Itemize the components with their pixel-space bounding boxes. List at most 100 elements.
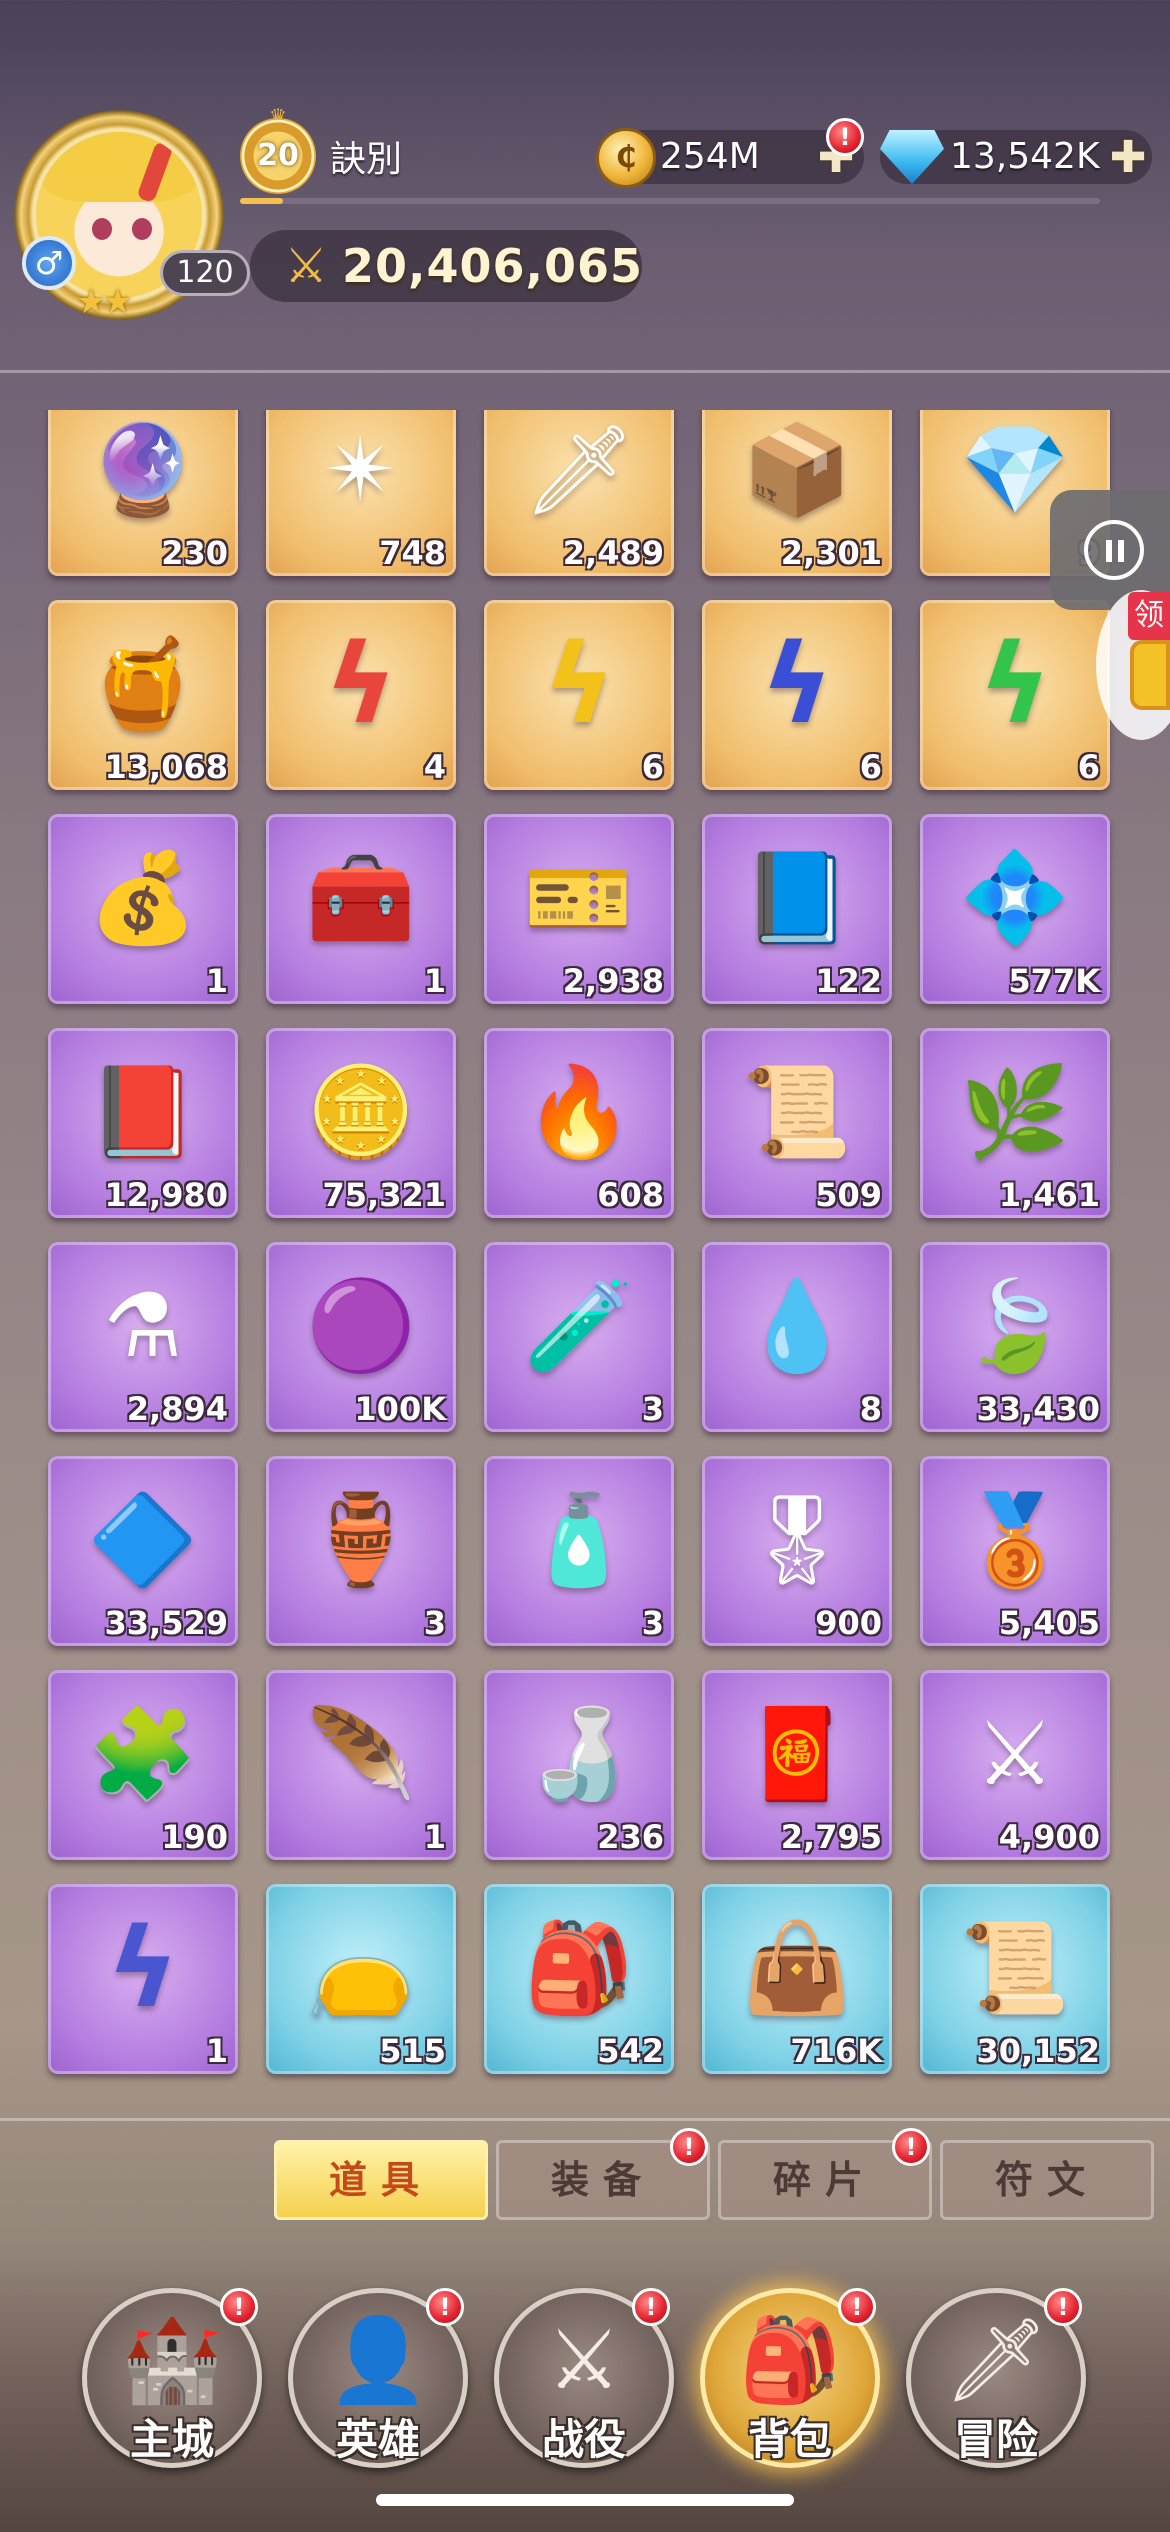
add-gems-button[interactable]: ✚ — [1108, 136, 1148, 180]
inventory-item[interactable]: 📕 12,980 — [48, 1028, 238, 1218]
item-icon: 📕 — [88, 1060, 198, 1163]
reward-coin-icon — [1130, 640, 1170, 710]
vip-level-badge[interactable]: 20 — [240, 118, 316, 194]
item-quantity: 608 — [597, 1176, 664, 1214]
item-icon: ϟ — [324, 620, 398, 748]
item-icon: 💠 — [960, 846, 1070, 949]
castle-icon: 🏰 — [120, 2313, 224, 2408]
item-quantity: 1 — [423, 962, 446, 1000]
item-quantity: 2,795 — [780, 1818, 882, 1856]
item-quantity: 8 — [859, 1390, 882, 1428]
inventory-item[interactable]: 🔮 230 — [48, 410, 238, 576]
inventory-item[interactable]: 🍶 236 — [484, 1670, 674, 1860]
nav-alert-badge: ! — [1044, 2288, 1082, 2326]
player-level-badge: 120 — [160, 250, 250, 296]
item-quantity: 6 — [641, 748, 664, 786]
player-name: 訣別 — [330, 139, 403, 180]
experience-bar-fill — [240, 198, 283, 204]
item-icon: ϟ — [106, 1904, 180, 2032]
item-icon: 📘 — [742, 846, 852, 949]
item-quantity: 3 — [423, 1604, 446, 1642]
inventory-item[interactable]: 🎖 900 — [702, 1456, 892, 1646]
item-quantity: 3 — [641, 1604, 664, 1642]
item-icon: ϟ — [542, 620, 616, 748]
inventory-item[interactable]: 🧧 2,795 — [702, 1670, 892, 1860]
star-rating-icon: ★★ — [76, 282, 133, 322]
item-icon: 🧰 — [306, 846, 416, 949]
nav-alert-badge: ! — [838, 2288, 876, 2326]
inventory-item[interactable]: 🟣 100K — [266, 1242, 456, 1432]
home-indicator[interactable] — [376, 2494, 794, 2506]
inventory-item[interactable]: 📦 2,301 — [702, 410, 892, 576]
combat-power-value: 20,406,065 — [342, 239, 644, 293]
inventory-item[interactable]: ϟ1 — [48, 1884, 238, 2074]
item-icon: 🟣 — [306, 1274, 416, 1377]
item-quantity: 30,152 — [976, 2032, 1100, 2070]
inventory-item[interactable]: 🗡 2,489 — [484, 410, 674, 576]
inventory-item[interactable]: 🍃 33,430 — [920, 1242, 1110, 1432]
item-quantity: 236 — [597, 1818, 664, 1856]
item-quantity: 75,321 — [322, 1176, 446, 1214]
reward-claim-tag[interactable]: 领 — [1128, 592, 1170, 640]
item-icon: 🗡 — [523, 418, 635, 521]
inventory-item[interactable]: 🔷 33,529 — [48, 1456, 238, 1646]
inventory-item[interactable]: 👜 716K — [702, 1884, 892, 2074]
inventory-item[interactable]: ⚔ 4,900 — [920, 1670, 1110, 1860]
inventory-item[interactable]: 🎫 2,938 — [484, 814, 674, 1004]
nav-alert-badge: ! — [220, 2288, 258, 2326]
inventory-item[interactable]: ϟ6 — [484, 600, 674, 790]
inventory-item[interactable]: 🧰 1 — [266, 814, 456, 1004]
inventory-item[interactable]: 📘 122 — [702, 814, 892, 1004]
item-icon: 🧴 — [524, 1488, 634, 1591]
item-quantity: 716K — [790, 2032, 882, 2070]
item-icon: 🍶 — [524, 1702, 634, 1805]
item-quantity: 100K — [354, 1390, 446, 1428]
item-quantity: 190 — [161, 1818, 228, 1856]
inventory-item[interactable]: 📜 30,152 — [920, 1884, 1110, 2074]
nav-label: 冒险 — [953, 2415, 1038, 2464]
item-quantity: 542 — [597, 2032, 664, 2070]
inventory-item[interactable]: ϟ6 — [920, 600, 1110, 790]
item-quantity: 5,405 — [998, 1604, 1100, 1642]
inventory-item[interactable]: 📜 509 — [702, 1028, 892, 1218]
item-quantity: 3 — [641, 1390, 664, 1428]
item-quantity: 6 — [859, 748, 882, 786]
tab-3[interactable]: 符文 — [940, 2140, 1154, 2220]
adventure-icon: 🗡 — [943, 2313, 1049, 2408]
inventory-item[interactable]: 💠 577K — [920, 814, 1110, 1004]
inventory-item[interactable]: ✴ 748 — [266, 410, 456, 576]
nav-label: 英雄 — [335, 2415, 420, 2464]
inventory-item[interactable]: ϟ6 — [702, 600, 892, 790]
inventory-item[interactable]: 🪶 1 — [266, 1670, 456, 1860]
crossed-swords-icon: ⚔ — [284, 238, 328, 294]
player-avatar[interactable]: ♂ ★★ 120 — [14, 110, 250, 330]
pause-icon — [1084, 520, 1144, 580]
item-icon: ϟ — [760, 620, 834, 748]
item-quantity: 33,430 — [976, 1390, 1100, 1428]
inventory-item[interactable]: 🧴 3 — [484, 1456, 674, 1646]
inventory-item[interactable]: ⚗ 2,894 — [48, 1242, 238, 1432]
inventory-item[interactable]: 👝 515 — [266, 1884, 456, 2074]
inventory-item[interactable]: 🎒 542 — [484, 1884, 674, 2074]
item-quantity: 2,938 — [562, 962, 664, 1000]
inventory-item[interactable]: 🥉 5,405 — [920, 1456, 1110, 1646]
item-icon: ⚔ — [975, 1702, 1055, 1805]
inventory-item[interactable]: 🪙 75,321 — [266, 1028, 456, 1218]
inventory-grid-viewport[interactable]: 🔮230✴748🗡2,489📦2,301💎9🍯13,068ϟ4ϟ6ϟ6ϟ6💰1🧰… — [0, 410, 1170, 2092]
inventory-item[interactable]: 🧪 3 — [484, 1242, 674, 1432]
inventory-item[interactable]: 💧 8 — [702, 1242, 892, 1432]
item-quantity: 6 — [1077, 748, 1100, 786]
inventory-item[interactable]: 💰 1 — [48, 814, 238, 1004]
inventory-item[interactable]: 🏺 3 — [266, 1456, 456, 1646]
item-quantity: 230 — [161, 534, 228, 572]
inventory-item[interactable]: 🧩 190 — [48, 1670, 238, 1860]
inventory-item[interactable]: 🌿 1,461 — [920, 1028, 1110, 1218]
gold-coin-icon — [596, 128, 656, 188]
item-quantity: 2,894 — [126, 1390, 228, 1428]
inventory-item[interactable]: ϟ4 — [266, 600, 456, 790]
item-quantity: 1 — [205, 962, 228, 1000]
item-quantity: 13,068 — [104, 748, 228, 786]
inventory-item[interactable]: 🔥 608 — [484, 1028, 674, 1218]
tab-0[interactable]: 道具 — [274, 2140, 488, 2220]
inventory-item[interactable]: 🍯 13,068 — [48, 600, 238, 790]
